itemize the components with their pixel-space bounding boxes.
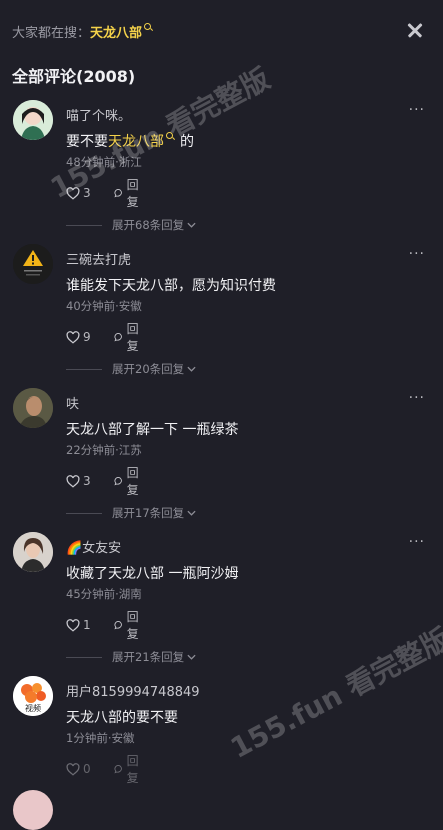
- heart-icon: [66, 330, 80, 344]
- reply-label: 回复: [126, 322, 139, 353]
- heart-icon: [66, 618, 80, 632]
- divider: [66, 656, 102, 658]
- comment-text: 天龙八部了解一下 一瓶绿茶: [66, 422, 239, 438]
- comment-text: 谁能发下天龙八部，愿为知识付费: [66, 278, 276, 294]
- trending-search-prefix: 大家都在搜：: [12, 26, 91, 41]
- chevron-down-icon: [187, 222, 196, 228]
- comment-username[interactable]: 喵了个咪。: [66, 105, 131, 124]
- comment-meta: 1分钟前·安徽: [66, 731, 135, 745]
- like-count: 1: [83, 618, 91, 632]
- like-count: 3: [83, 474, 91, 488]
- comment-text: 天龙八部的要不要: [66, 710, 178, 726]
- expand-replies[interactable]: 展开68条回复: [66, 217, 196, 233]
- comment-text: 收藏了天龙八部 一瓶阿沙姆: [66, 566, 239, 582]
- like-button[interactable]: 9: [66, 328, 91, 346]
- chevron-down-icon: [187, 510, 196, 516]
- comment-count-title: 全部评论(2008): [12, 67, 136, 86]
- chevron-down-icon: [187, 654, 196, 660]
- avatar[interactable]: [13, 388, 53, 428]
- reply-bubble-icon: [114, 764, 122, 774]
- more-options-icon[interactable]: ···: [409, 102, 425, 118]
- more-options-icon[interactable]: ···: [409, 246, 425, 262]
- comment-username[interactable]: 呋: [66, 393, 79, 412]
- reply-label: 回复: [126, 466, 139, 497]
- trending-search[interactable]: 大家都在搜：天龙八部: [12, 22, 152, 41]
- reply-bubble-icon: [114, 188, 122, 198]
- close-button[interactable]: [405, 20, 425, 40]
- avatar[interactable]: 视频: [13, 676, 53, 716]
- comment-username[interactable]: 用户8159994748849: [66, 681, 200, 700]
- comment-username[interactable]: 三碗去打虎: [66, 249, 131, 268]
- divider: [66, 224, 102, 226]
- reply-button[interactable]: 回复: [114, 466, 143, 497]
- reply-button[interactable]: 回复: [114, 322, 143, 353]
- reply-label: 回复: [126, 754, 139, 785]
- expand-replies[interactable]: 展开17条回复: [66, 505, 196, 521]
- comment-username[interactable]: 🌈女友安: [66, 537, 121, 556]
- like-button[interactable]: 1: [66, 616, 91, 634]
- chevron-down-icon: [187, 366, 196, 372]
- avatar[interactable]: [13, 100, 53, 140]
- like-count: 0: [83, 762, 91, 776]
- watermark: 155.fun 看完整版: [225, 621, 443, 765]
- reply-label: 回复: [126, 178, 139, 209]
- divider: [66, 368, 102, 370]
- top-bar: 大家都在搜：天龙八部: [0, 0, 443, 60]
- expand-replies[interactable]: 展开21条回复: [66, 649, 196, 665]
- comment-meta: 22分钟前·江苏: [66, 443, 142, 457]
- expand-replies-label: 展开20条回复: [112, 362, 185, 376]
- search-icon: [144, 23, 152, 31]
- expand-replies[interactable]: 展开20条回复: [66, 361, 196, 377]
- like-count: 9: [83, 330, 91, 344]
- like-button[interactable]: 3: [66, 472, 91, 490]
- more-options-icon[interactable]: ···: [409, 390, 425, 406]
- expand-replies-label: 展开17条回复: [112, 506, 185, 520]
- like-button[interactable]: 0: [66, 760, 91, 778]
- divider: [66, 512, 102, 514]
- avatar[interactable]: [13, 532, 53, 572]
- avatar-label: 视频: [25, 703, 41, 713]
- reply-label: 回复: [126, 610, 139, 641]
- reply-button[interactable]: 回复: [114, 754, 143, 785]
- expand-replies-label: 展开68条回复: [112, 218, 185, 232]
- comment-meta: 45分钟前·湖南: [66, 587, 142, 601]
- comment-meta: 40分钟前·安徽: [66, 299, 142, 313]
- avatar[interactable]: [13, 244, 53, 284]
- reply-bubble-icon: [114, 620, 122, 630]
- more-options-icon[interactable]: ···: [409, 534, 425, 550]
- trending-search-term[interactable]: 天龙八部: [90, 26, 142, 41]
- heart-icon: [66, 762, 80, 776]
- reply-button[interactable]: 回复: [114, 610, 143, 641]
- heart-icon: [66, 474, 80, 488]
- reply-bubble-icon: [114, 476, 122, 486]
- reply-bubble-icon: [114, 332, 122, 342]
- expand-replies-label: 展开21条回复: [112, 650, 185, 664]
- reply-button[interactable]: 回复: [114, 178, 143, 209]
- avatar[interactable]: [13, 790, 53, 830]
